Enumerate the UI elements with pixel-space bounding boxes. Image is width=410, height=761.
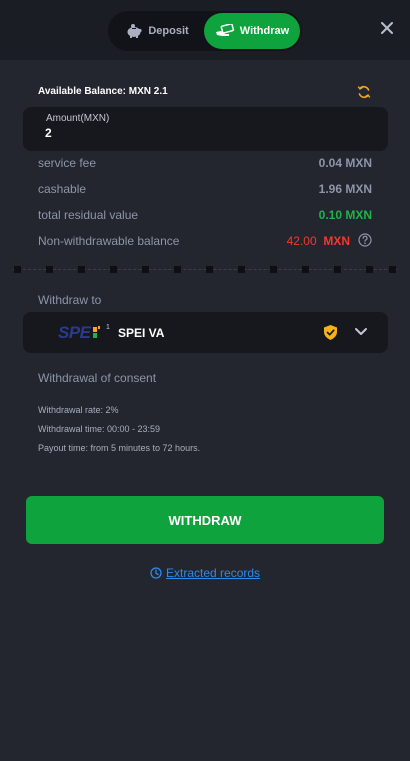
divider-mark	[142, 266, 149, 273]
withdrawal-consent-label: Withdrawal of consent	[38, 371, 157, 385]
shield-check-icon	[324, 325, 337, 340]
amount-label: Amount(MXN)	[46, 113, 110, 124]
non-withdrawable-row: Non-withdrawable balance 42.00 MXN	[38, 233, 372, 250]
divider-mark	[46, 266, 53, 273]
residual-value-row: total residual value 0.10 MXN	[38, 208, 372, 224]
spei-logo: SPE 1	[58, 323, 110, 342]
cashable-value: 1.96 MXN	[318, 182, 372, 196]
divider-mark	[110, 266, 117, 273]
divider-mark	[238, 266, 245, 273]
withdrawal-time: Withdrawal time: 00:00 - 23:59	[38, 424, 161, 434]
money-hand-icon	[215, 24, 234, 36]
svg-text:1: 1	[106, 324, 110, 331]
payment-method-select[interactable]: SPE 1 SPEI VA	[23, 312, 388, 353]
amount-input[interactable]	[45, 126, 345, 140]
divider-notch-left	[0, 263, 7, 277]
service-fee-row: service fee 0.04 MXN	[38, 156, 372, 172]
refresh-icon[interactable]	[357, 85, 371, 99]
non-withdrawable-value: 42.00 MXN	[287, 234, 350, 248]
non-withdrawable-amount: 42.00	[286, 234, 317, 248]
withdraw-button[interactable]: WITHDRAW	[26, 496, 384, 544]
residual-value-label: total residual value	[38, 208, 139, 222]
divider-mark	[174, 266, 181, 273]
cashable-row: cashable 1.96 MXN	[38, 182, 372, 198]
piggy-bank-icon	[127, 24, 142, 38]
divider-notch-right	[403, 263, 410, 277]
extracted-records-label: Extracted records	[166, 566, 261, 580]
tab-withdraw[interactable]: Withdraw	[204, 13, 300, 49]
close-button[interactable]	[377, 18, 397, 38]
help-icon[interactable]	[358, 233, 372, 247]
service-fee-value: 0.04 MXN	[318, 156, 372, 170]
available-balance: Available Balance: MXN 2.1	[38, 86, 168, 97]
tab-deposit[interactable]: Deposit	[112, 13, 202, 49]
divider-mark	[302, 266, 309, 273]
non-withdrawable-currency: MXN	[323, 234, 350, 248]
svg-text:SPE: SPE	[58, 323, 92, 342]
divider-mark	[334, 266, 341, 273]
close-icon	[381, 22, 393, 34]
withdrawal-rate: Withdrawal rate: 2%	[38, 405, 119, 415]
divider-mark	[206, 266, 213, 273]
tab-withdraw-label: Withdraw	[239, 25, 290, 37]
amount-field[interactable]: Amount(MXN)	[23, 107, 388, 151]
divider-mark	[78, 266, 85, 273]
header-bar: Deposit Withdraw	[0, 0, 410, 60]
service-fee-label: service fee	[38, 156, 97, 170]
payment-method-name: SPEI VA	[118, 326, 165, 340]
withdraw-to-label: Withdraw to	[38, 293, 102, 307]
perforated-divider	[0, 263, 410, 277]
divider-mark	[270, 266, 277, 273]
chevron-down-icon	[355, 328, 367, 335]
residual-value-value: 0.10 MXN	[318, 208, 372, 222]
tab-deposit-label: Deposit	[148, 25, 189, 37]
cashable-label: cashable	[38, 182, 87, 196]
extracted-records-link[interactable]: Extracted records	[150, 566, 260, 580]
divider-mark	[389, 266, 396, 273]
divider-mark	[366, 266, 373, 273]
payout-time: Payout time: from 5 minutes to 72 hours.	[38, 443, 201, 453]
divider-mark	[14, 266, 21, 273]
clock-icon	[150, 567, 162, 579]
tab-switcher: Deposit Withdraw	[108, 11, 302, 51]
non-withdrawable-label: Non-withdrawable balance	[38, 234, 180, 248]
